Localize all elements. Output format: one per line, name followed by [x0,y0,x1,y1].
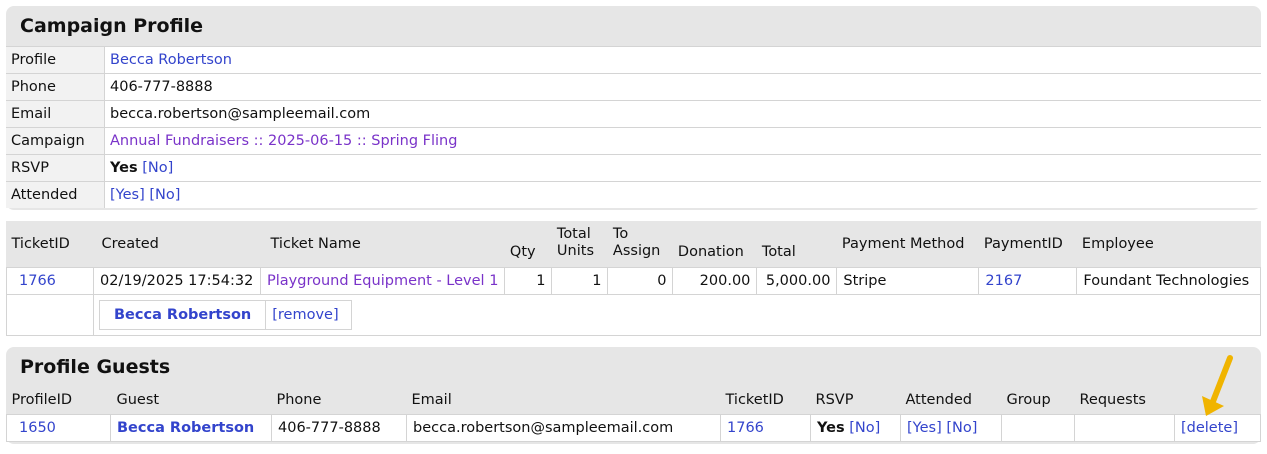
email-label: Email [6,101,104,127]
guests-header-row: ProfileID Guest Phone Email TicketID RSV… [7,387,1261,414]
table-row: 1766 02/19/2025 17:54:32 Playground Equi… [6,266,1261,295]
col-profile-id: ProfileID [11,392,73,409]
ticket-name-link[interactable]: Playground Equipment - Level 1 [267,273,498,289]
profile-link[interactable]: Becca Robertson [110,52,232,68]
employee-cell: Foundant Technologies [1076,266,1261,295]
guest-group-cell [1001,413,1075,442]
profile-row: Profile Becca Robertson [6,46,1261,73]
col-payment-method: Payment Method [841,235,965,252]
total-units-cell: 1 [551,266,609,295]
attended-row: Attended [Yes] [No] [6,181,1261,208]
to-assign-cell: 0 [607,266,674,295]
col-phone: Phone [276,392,322,409]
created-cell: 02/19/2025 17:54:32 [93,266,261,295]
campaign-profile-title: Campaign Profile [20,15,204,37]
email-value: becca.robertson@sampleemail.com [104,101,1261,127]
col-guest: Guest [116,392,160,409]
remove-guest-link[interactable]: [remove] [272,307,338,323]
tickets-header-row: TicketID Created Ticket Name Qty Total Un… [7,221,1261,267]
col-total: Total [761,243,796,260]
col-to-assign: To Assign [612,225,661,259]
col-group: Group [1006,392,1051,409]
col-attended: Attended [905,392,972,409]
col-requests: Requests [1079,392,1146,409]
col-email: Email [411,392,452,409]
rsvp-label: RSVP [6,155,104,181]
campaign-profile-panel: Campaign Profile Profile Becca Robertson… [6,6,1261,210]
guest-name-link[interactable]: Becca Robertson [117,420,254,436]
col-employee: Employee [1081,235,1154,252]
tickets-table: TicketID Created Ticket Name Qty Total Un… [6,221,1261,336]
profile-guests-panel: Profile Guests ProfileID Guest Phone Ema… [6,347,1261,444]
profile-label: Profile [6,47,104,73]
col-donation: Donation [677,243,744,260]
payment-id-link[interactable]: 2167 [985,273,1022,289]
assigned-guest-row: Becca Robertson [remove] [6,293,1261,336]
assigned-guest-link[interactable]: Becca Robertson [114,307,251,323]
payment-method-cell: Stripe [836,266,980,295]
total-cell: 5,000.00 [756,266,838,295]
guest-rsvp-status: Yes [817,419,845,436]
phone-value: 406-777-8888 [104,74,1261,100]
col-total-units: Total Units [556,225,594,259]
campaign-profile-details: Profile Becca Robertson Phone 406-777-88… [6,46,1261,208]
phone-row: Phone 406-777-8888 [6,73,1261,100]
assigned-guest-table: Becca Robertson [remove] [98,299,352,330]
guest-profile-id-link[interactable]: 1650 [19,420,56,436]
col-ticket-id: TicketID [11,235,70,252]
col-ticket-name: Ticket Name [270,235,361,252]
guest-email-cell: becca.robertson@sampleemail.com [406,413,721,442]
attended-label: Attended [6,182,104,208]
arrow-shaft [1209,355,1233,407]
rsvp-row: RSVP Yes [No] [6,154,1261,181]
campaign-label: Campaign [6,128,104,154]
annotation-arrow-icon [1202,355,1233,416]
tickets-panel: TicketID Created Ticket Name Qty Total Un… [6,221,1261,336]
phone-label: Phone [6,74,104,100]
col-payment-id: PaymentID [983,235,1063,252]
qty-cell: 1 [504,266,553,295]
guest-ticket-id-link[interactable]: 1766 [727,420,764,436]
guest-attended-no-link[interactable]: [No] [946,420,977,436]
profile-guests-title: Profile Guests [20,356,171,378]
donation-cell: 200.00 [672,266,758,295]
col-rsvp: RSVP [815,392,854,409]
guest-phone-cell: 406-777-8888 [271,413,407,442]
profile-guests-table: ProfileID Guest Phone Email TicketID RSV… [6,387,1261,442]
rsvp-status: Yes [110,160,138,176]
ticket-id-link[interactable]: 1766 [19,273,56,289]
col-created: Created [101,235,159,252]
table-row: 1650 Becca Robertson 406-777-8888 becca.… [6,413,1261,442]
col-qty: Qty [509,243,536,260]
guest-requests-cell [1074,413,1175,442]
attended-yes-link[interactable]: [Yes] [110,187,145,203]
delete-guest-link[interactable]: [delete] [1181,420,1238,436]
rsvp-no-link[interactable]: [No] [142,160,173,176]
campaign-link[interactable]: Annual Fundraisers :: 2025-06-15 :: Spri… [110,133,457,149]
campaign-row: Campaign Annual Fundraisers :: 2025-06-1… [6,127,1261,154]
email-row: Email becca.robertson@sampleemail.com [6,100,1261,127]
guest-rsvp-no-link[interactable]: [No] [849,420,880,436]
guest-attended-yes-link[interactable]: [Yes] [907,420,942,436]
attended-no-link[interactable]: [No] [149,187,180,203]
col-ticket-id-guest: TicketID [725,392,784,409]
